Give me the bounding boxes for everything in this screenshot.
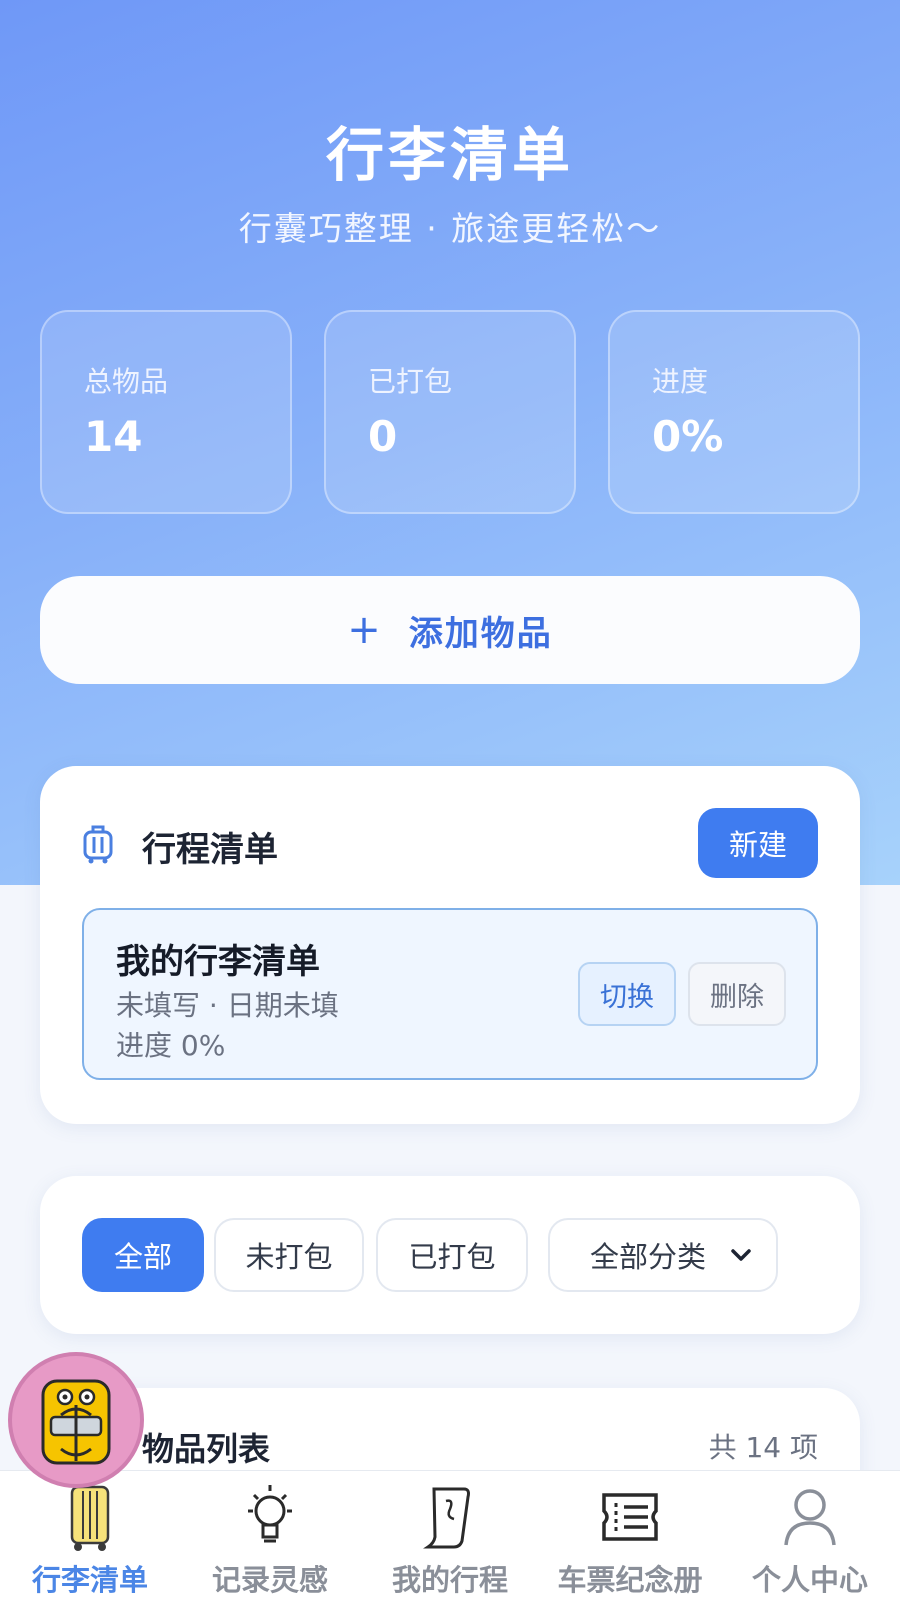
category-select-value: 全部分类 (590, 1240, 707, 1274)
mascot-icon (41, 1379, 111, 1465)
tab-label: 车票纪念册 (557, 1563, 703, 1597)
tab-label: 个人中心 (751, 1563, 868, 1597)
page-subtitle: 行囊巧整理 · 旅途更轻松～ (238, 209, 662, 248)
item-list-title: 物品列表 (142, 1430, 271, 1468)
trip-meta: 未填写 · 日期未填 (116, 989, 339, 1022)
category-select[interactable]: 全部分类 (548, 1218, 778, 1292)
filter-chip-unpacked[interactable]: 未打包 (214, 1218, 364, 1292)
suitcase-icon (70, 1485, 110, 1551)
stat-value: 0% (652, 412, 724, 461)
plus-icon: + (347, 607, 383, 653)
tab-label: 我的行程 (391, 1563, 508, 1597)
tab-ticket-album[interactable]: 车票纪念册 (540, 1471, 720, 1600)
filter-chip-all[interactable]: 全部 (82, 1218, 204, 1292)
stat-card-packed: 已打包 0 (324, 310, 576, 514)
tab-my-trips[interactable]: 我的行程 (360, 1471, 540, 1600)
bottom-tab-bar: 行李清单 记录灵感 我的行程 车票纪念册 个人中心 (0, 1470, 900, 1600)
delete-trip-button[interactable]: 删除 (688, 962, 786, 1026)
trip-list-panel: 行程清单 新建 我的行李清单 未填写 · 日期未填 进度 0% 切换 删除 (40, 766, 860, 1124)
tab-inspiration[interactable]: 记录灵感 (180, 1471, 360, 1600)
chevron-down-icon (731, 1249, 751, 1261)
stat-label: 总物品 (84, 365, 169, 398)
ticket-icon (602, 1493, 658, 1541)
scroll-map-icon (423, 1487, 470, 1549)
page-title: 行李清单 (325, 121, 574, 189)
floating-mascot-badge[interactable] (8, 1352, 144, 1488)
tab-label: 记录灵感 (211, 1563, 328, 1597)
trip-name: 我的行李清单 (116, 942, 320, 982)
item-list-count: 共 14 项 (708, 1431, 818, 1464)
stat-label: 进度 (652, 365, 709, 398)
tab-label: 行李清单 (31, 1563, 148, 1597)
add-item-label: 添加物品 (408, 613, 553, 654)
switch-trip-button[interactable]: 切换 (578, 962, 676, 1026)
tab-profile[interactable]: 个人中心 (720, 1471, 900, 1600)
filter-chip-packed[interactable]: 已打包 (376, 1218, 528, 1292)
lightbulb-icon (248, 1485, 292, 1543)
filter-panel: 全部 未打包 已打包 全部分类 (40, 1176, 860, 1334)
user-icon (784, 1489, 836, 1546)
stat-label: 已打包 (368, 365, 453, 398)
tab-luggage-list[interactable]: 行李清单 (0, 1471, 180, 1600)
stat-card-progress: 进度 0% (608, 310, 860, 514)
trip-progress: 进度 0% (116, 1029, 226, 1062)
luggage-icon (83, 825, 113, 864)
trip-list-item[interactable]: 我的行李清单 未填写 · 日期未填 进度 0% 切换 删除 (82, 908, 818, 1080)
new-trip-button[interactable]: 新建 (698, 808, 818, 878)
stat-card-total: 总物品 14 (40, 310, 292, 514)
trip-list-title: 行程清单 (142, 830, 278, 870)
stat-value: 0 (368, 412, 398, 461)
stat-value: 14 (84, 412, 143, 461)
add-item-button[interactable]: + 添加物品 (40, 576, 860, 684)
